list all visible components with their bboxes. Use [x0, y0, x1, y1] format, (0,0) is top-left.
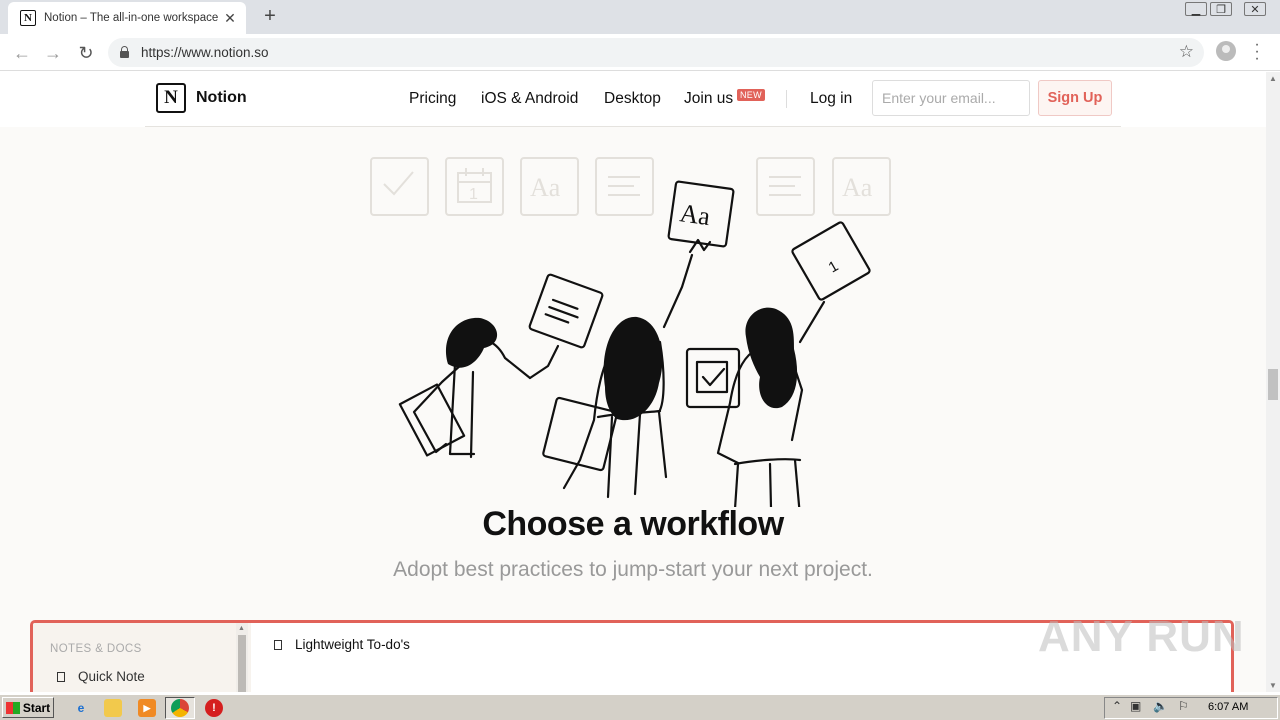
- notion-page: N Notion Pricing iOS & Android Desktop J…: [0, 72, 1266, 692]
- reload-icon[interactable]: ↻: [75, 42, 97, 64]
- todo-item[interactable]: Lightweight To-do's: [274, 637, 410, 652]
- page-scrollbar[interactable]: ▲ ▼: [1266, 72, 1280, 692]
- restore-button[interactable]: ❐: [1209, 0, 1233, 18]
- hair-shapes: [446, 307, 798, 421]
- action-center-flag-icon[interactable]: ⚐: [1178, 699, 1189, 713]
- svg-text:1: 1: [469, 186, 478, 203]
- sidebar-section-label: NOTES & DOCS: [50, 643, 142, 655]
- section-headline: Choose a workflow: [482, 505, 784, 543]
- browser-menu-icon[interactable]: · · ·: [1252, 37, 1262, 67]
- svg-text:1: 1: [826, 258, 842, 277]
- card-labels: Aa 1: [678, 198, 841, 276]
- explorer-folder-icon[interactable]: [104, 699, 122, 717]
- screen: N Notion – The all-in-one workspace for …: [0, 0, 1280, 720]
- nav-link-join-us[interactable]: Join us: [684, 90, 733, 108]
- scrollbar-thumb[interactable]: [1268, 369, 1278, 400]
- url-text: https://www.notion.so: [141, 45, 269, 60]
- address-bar[interactable]: https://www.notion.so ☆: [108, 38, 1204, 67]
- chrome-icon: [171, 699, 189, 717]
- taskbar-clock[interactable]: 6:07 AM: [1208, 701, 1248, 713]
- tab-title: Notion – The all-in-one workspace for yo…: [44, 12, 218, 24]
- scroll-down-icon[interactable]: ▼: [1269, 681, 1277, 690]
- held-document-card: [528, 273, 604, 349]
- tab-close-icon[interactable]: ✕: [222, 10, 238, 27]
- email-input[interactable]: [872, 80, 1030, 116]
- brand-name[interactable]: Notion: [196, 89, 247, 107]
- notion-favicon-icon: N: [20, 10, 36, 26]
- svg-text:Aa: Aa: [842, 173, 873, 202]
- start-label: Start: [22, 700, 51, 715]
- sidebar-scrollbar[interactable]: ▲: [236, 623, 248, 692]
- volume-icon[interactable]: 🔈: [1153, 699, 1168, 713]
- nav-divider: [786, 90, 787, 108]
- profile-avatar-icon[interactable]: [1216, 41, 1236, 61]
- faded-labels: Aa Aa 1: [469, 173, 873, 203]
- new-tab-button[interactable]: +: [259, 5, 281, 28]
- scrollbar-thumb[interactable]: [238, 635, 246, 692]
- signup-button[interactable]: Sign Up: [1038, 80, 1112, 116]
- todo-label: Lightweight To-do's: [295, 637, 410, 652]
- checkbox-icon[interactable]: [274, 639, 282, 650]
- scroll-up-icon[interactable]: ▲: [238, 625, 245, 632]
- sidebar-item-quick-note[interactable]: Quick Note: [57, 669, 145, 684]
- page-icon: [57, 671, 65, 682]
- tab-strip: N Notion – The all-in-one workspace for …: [0, 0, 1280, 34]
- windows-flag-icon: [5, 701, 20, 714]
- nav-link-pricing[interactable]: Pricing: [409, 90, 456, 108]
- close-window-button[interactable]: ✕: [1240, 0, 1270, 18]
- svg-text:Aa: Aa: [530, 173, 561, 202]
- lock-icon: [120, 46, 129, 58]
- close-window-icon: ✕: [1244, 2, 1266, 16]
- ie-icon[interactable]: e: [72, 699, 90, 717]
- media-player-icon[interactable]: ▶: [138, 699, 156, 717]
- forward-arrow-icon[interactable]: →: [42, 42, 64, 64]
- minimize-icon: ▁: [1185, 2, 1207, 16]
- tray-expand-icon[interactable]: ⌃: [1112, 699, 1122, 713]
- windows-taskbar: Start e ▶ ! ⌃ ▣ 🔈 ⚐ 6:07 AM: [0, 694, 1280, 720]
- scroll-up-icon[interactable]: ▲: [1269, 74, 1277, 83]
- faded-block-icons: [370, 157, 891, 216]
- workflow-sidebar: NOTES & DOCS Quick Note ▲: [33, 623, 248, 692]
- bookmark-star-icon[interactable]: ☆: [1179, 42, 1194, 62]
- section-subline: Adopt best practices to jump-start your …: [393, 558, 873, 581]
- restore-icon: ❐: [1210, 2, 1232, 16]
- browser-tab[interactable]: N Notion – The all-in-one workspace for …: [8, 2, 246, 34]
- alert-app-icon[interactable]: !: [205, 699, 223, 717]
- nav-link-ios-android[interactable]: iOS & Android: [481, 90, 578, 108]
- site-navbar: N Notion Pricing iOS & Android Desktop J…: [0, 72, 1266, 127]
- anyrun-watermark: ANY RUN: [1038, 612, 1245, 661]
- minimize-button[interactable]: ▁: [1184, 0, 1208, 18]
- start-button[interactable]: Start: [2, 697, 54, 718]
- back-arrow-icon[interactable]: ←: [11, 42, 33, 64]
- network-icon[interactable]: ▣: [1130, 699, 1141, 713]
- browser-toolbar: ← → ↻ https://www.notion.so ☆: [0, 34, 1280, 71]
- login-link[interactable]: Log in: [810, 90, 852, 108]
- workflow-illustration: Aa Aa 1 Aa 1: [370, 157, 891, 507]
- nav-link-desktop[interactable]: Desktop: [604, 90, 661, 108]
- sidebar-item-label: Quick Note: [78, 669, 145, 684]
- new-badge: NEW: [737, 89, 765, 101]
- notion-logo-icon[interactable]: N: [156, 83, 186, 113]
- svg-text:Aa: Aa: [678, 198, 713, 231]
